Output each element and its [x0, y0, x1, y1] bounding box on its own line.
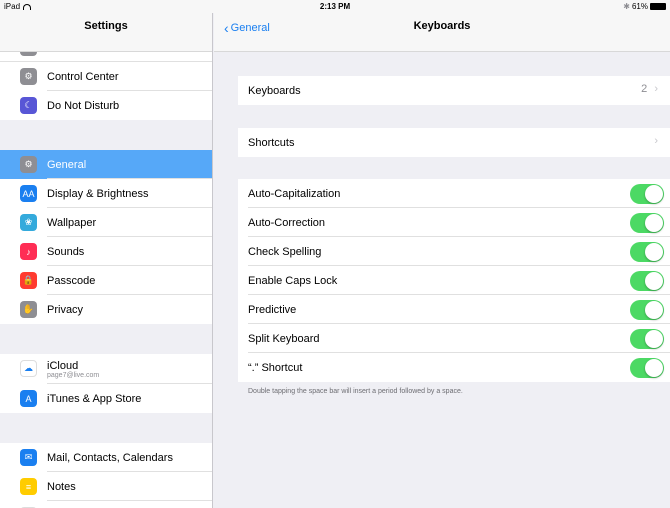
status-time: 2:13 PM: [319, 2, 351, 11]
sidebar-item-control-center[interactable]: ⚙ Control Center: [0, 62, 212, 91]
keyboards-label: Keyboards: [248, 84, 301, 97]
sidebar-item-label: Display & Brightness: [47, 187, 149, 200]
toggle-knob: [645, 359, 663, 377]
sidebar-item-label: iCloud: [47, 359, 79, 372]
toggle-row: “.” Shortcut: [238, 353, 670, 382]
sidebar-group: ✉ Mail, Contacts, Calendars ≡ Notes ☰Reminde…: [0, 443, 212, 508]
toggle-label: Split Keyboard: [248, 332, 320, 345]
status-bar: iPad 2:13 PM ✱ 61%: [0, 0, 670, 13]
sidebar-group: ☁ iCloud page7@live.com AiTunes & App Store: [0, 354, 212, 413]
toggle-knob: [645, 214, 663, 232]
toggle-knob: [645, 330, 663, 348]
keyboards-row[interactable]: Keyboards 2 ›: [238, 76, 670, 105]
sidebar-item-label: Control Center: [47, 70, 119, 83]
toggle-switch[interactable]: [630, 300, 664, 320]
sidebar-group: ⚙ Control Center ☾ Do Not Disturb: [0, 62, 212, 120]
app-store-icon: A: [20, 390, 37, 407]
sidebar-item-general[interactable]: ⚙ General: [0, 150, 212, 179]
mail-icon: ✉: [20, 449, 37, 466]
sidebar-title: Settings: [0, 13, 212, 52]
toggle-label: Check Spelling: [248, 245, 322, 258]
sidebar-item-notes[interactable]: ≡ Notes: [0, 472, 212, 501]
sidebar-item-label: Do Not Disturb: [47, 99, 120, 112]
chevron-right-icon: ›: [654, 83, 658, 95]
notes-icon: ≡: [20, 478, 37, 495]
toggle-row: Predictive: [238, 295, 670, 324]
shortcuts-row[interactable]: Shortcuts ›: [238, 128, 670, 157]
sidebar-item-label: Sounds: [47, 245, 85, 258]
sidebar-group: ⚙ General AA Display & Brightness ❀ Wallpaper…: [0, 150, 212, 324]
page-title: Keyboards: [413, 20, 471, 32]
toggle-row: Enable Caps Lock: [238, 266, 670, 295]
gear-icon: ⚙: [20, 156, 37, 173]
sidebar-item-passcode[interactable]: 🔒 Passcode: [0, 266, 212, 295]
lock-icon: 🔒: [20, 272, 37, 289]
sidebar-item-mail-contacts-calendars[interactable]: ✉ Mail, Contacts, Calendars: [0, 443, 212, 472]
sidebar-item-label: Privacy: [47, 303, 84, 316]
toggle-knob: [645, 272, 663, 290]
keyboards-detail: ‹ General Keyboards Keyboards 2 › Shortc…: [214, 13, 670, 508]
toggles-group: Auto-Capitalization Auto-Correction Check …: [238, 179, 670, 382]
toggle-label: Auto-Correction: [248, 216, 326, 229]
toggle-switch[interactable]: [630, 242, 664, 262]
toggle-label: “.” Shortcut: [248, 361, 303, 374]
toggle-switch[interactable]: [630, 184, 664, 204]
toggle-row: Auto-Capitalization: [238, 179, 670, 208]
detail-nav-bar: ‹ General Keyboards: [214, 13, 670, 52]
sidebar-item-wallpaper[interactable]: ❀ Wallpaper: [0, 208, 212, 237]
toggle-switch[interactable]: [630, 329, 664, 349]
toggle-knob: [645, 301, 663, 319]
keyboards-count: 2: [641, 83, 648, 95]
moon-icon: ☾: [20, 97, 37, 114]
sidebar-item-do-not-disturb[interactable]: ☾ Do Not Disturb: [0, 91, 212, 120]
toggle-label: Enable Caps Lock: [248, 274, 338, 287]
settings-sidebar: Settings ⚙ Control Center ☾ Do Not Disturb ⚙…: [0, 13, 213, 508]
cloud-icon: ☁: [20, 360, 37, 377]
toggle-switch[interactable]: [630, 271, 664, 291]
sidebar-item-label: Notes: [47, 480, 76, 493]
toggle-label: Predictive: [248, 303, 297, 316]
toggle-switch[interactable]: [630, 213, 664, 233]
toggle-row: Split Keyboard: [238, 324, 670, 353]
wallpaper-icon: ❀: [20, 214, 37, 231]
bluetooth-icon: ✱: [623, 2, 630, 11]
sidebar-item-display-brightness[interactable]: AA Display & Brightness: [0, 179, 212, 208]
toggle-row: Auto-Correction: [238, 208, 670, 237]
sidebar-item-itunes-app-store[interactable]: AiTunes & App Store: [0, 384, 212, 413]
toggle-knob: [645, 243, 663, 261]
toggle-knob: [645, 185, 663, 203]
sidebar-item-label: Wallpaper: [47, 216, 97, 229]
sidebar-item-icloud[interactable]: ☁ iCloud page7@live.com: [0, 354, 212, 384]
sidebar-item-sounds[interactable]: ♪ Sounds: [0, 237, 212, 266]
sidebar-item-label: iTunes & App Store: [47, 392, 142, 405]
sidebar-item-label: Mail, Contacts, Calendars: [47, 451, 173, 464]
speaker-icon: ♪: [20, 243, 37, 260]
sidebar-item-label: Passcode: [47, 274, 96, 287]
chevron-right-icon: ›: [654, 135, 658, 147]
footnote: Double tapping the space bar will insert…: [248, 388, 463, 395]
keyboards-group: Keyboards 2 ›: [238, 76, 670, 105]
toggle-switch[interactable]: [630, 358, 664, 378]
shortcuts-label: Shortcuts: [248, 136, 295, 149]
partial-row[interactable]: [0, 52, 212, 62]
display-icon: AA: [20, 185, 37, 202]
shortcuts-group: Shortcuts ›: [238, 128, 670, 157]
sidebar-item-reminders[interactable]: ☰Reminders: [0, 501, 212, 508]
hand-icon: ✋: [20, 301, 37, 318]
sidebar-item-label: General: [47, 158, 87, 171]
sidebar-item-sublabel: page7@live.com: [47, 371, 100, 379]
sidebar-item-privacy[interactable]: ✋ Privacy: [0, 295, 212, 324]
toggle-row: Check Spelling: [238, 237, 670, 266]
control-center-icon: ⚙: [20, 68, 37, 85]
battery-percent: 61%: [631, 2, 648, 11]
toggle-label: Auto-Capitalization: [248, 187, 341, 200]
battery-icon: [650, 3, 666, 10]
